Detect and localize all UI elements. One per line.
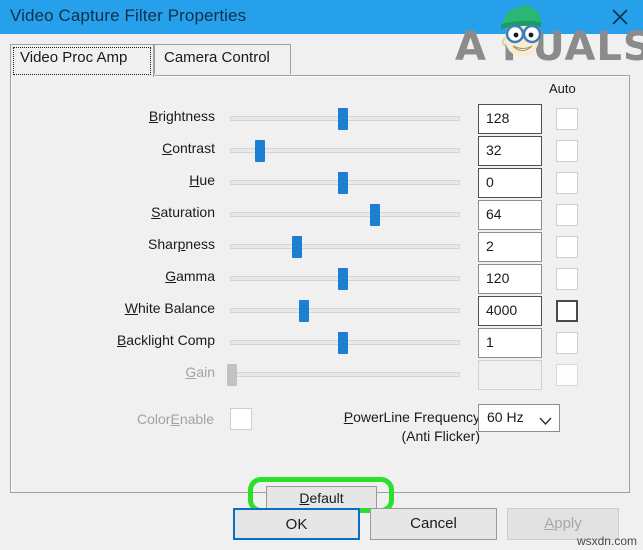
- tab-camera-control-label: Camera Control: [164, 49, 270, 66]
- auto-checkbox-saturation[interactable]: [556, 204, 578, 226]
- slider-thumb-sharpness[interactable]: [291, 236, 302, 258]
- chevron-down-icon: [539, 413, 552, 429]
- slider-thumb-saturation[interactable]: [369, 204, 380, 226]
- auto-checkbox-contrast[interactable]: [556, 140, 578, 162]
- slider-label-gain: Gain: [185, 364, 215, 380]
- slider-row-brightness: Brightness 128: [0, 104, 643, 134]
- auto-checkbox-white-balance[interactable]: [556, 300, 578, 322]
- slider-thumb-hue[interactable]: [337, 172, 348, 194]
- slider-row-gamma: Gamma 120: [0, 264, 643, 294]
- slider-label-contrast: Contrast: [162, 140, 215, 156]
- slider-thumb-backlight-comp[interactable]: [337, 332, 348, 354]
- slider-label-brightness: Brightness: [148, 108, 215, 124]
- window-title: Video Capture Filter Properties: [10, 6, 247, 25]
- powerline-frequency-label: PowerLine Frequency (Anti Flicker): [343, 409, 480, 444]
- value-input-gamma[interactable]: 120: [478, 264, 542, 294]
- tab-video-proc-amp-label: Video Proc Amp: [20, 49, 128, 66]
- slider-track-sharpness[interactable]: [230, 244, 460, 249]
- ok-button[interactable]: OK: [233, 508, 360, 540]
- value-input-brightness[interactable]: 128: [478, 104, 542, 134]
- value-input-saturation[interactable]: 64: [478, 200, 542, 230]
- title-bar: Video Capture Filter Properties: [0, 0, 643, 34]
- site-watermark: wsxdn.com: [576, 534, 637, 548]
- slider-row-saturation: Saturation 64: [0, 200, 643, 230]
- slider-row-gain: Gain: [0, 360, 643, 390]
- slider-label-saturation: Saturation: [151, 204, 215, 220]
- slider-row-sharpness: Sharpness 2: [0, 232, 643, 262]
- auto-checkbox-brightness[interactable]: [556, 108, 578, 130]
- slider-label-white-balance: White Balance: [124, 300, 215, 316]
- slider-track-white-balance[interactable]: [230, 308, 460, 313]
- tab-camera-control[interactable]: Camera Control: [154, 44, 291, 74]
- slider-row-backlight-comp: Backlight Comp 1: [0, 328, 643, 358]
- slider-label-backlight-comp: Backlight Comp: [116, 332, 215, 348]
- powerline-frequency-value: 60 Hz: [487, 409, 524, 425]
- slider-label-hue: Hue: [189, 172, 215, 188]
- auto-checkbox-backlight-comp[interactable]: [556, 332, 578, 354]
- slider-row-hue: Hue 0: [0, 168, 643, 198]
- value-input-backlight-comp[interactable]: 1: [478, 328, 542, 358]
- slider-row-contrast: Contrast 32: [0, 136, 643, 166]
- value-input-hue[interactable]: 0: [478, 168, 542, 198]
- powerline-frequency-dropdown[interactable]: 60 Hz: [478, 404, 560, 432]
- auto-checkbox-gamma[interactable]: [556, 268, 578, 290]
- slider-label-sharpness: Sharpness: [148, 236, 215, 252]
- value-input-white-balance[interactable]: 4000: [478, 296, 542, 326]
- close-icon: [605, 8, 635, 26]
- value-input-gain: [478, 360, 542, 390]
- slider-track-gain[interactable]: [230, 372, 460, 377]
- slider-thumb-gain[interactable]: [227, 364, 238, 386]
- close-button[interactable]: [605, 3, 635, 29]
- value-input-sharpness[interactable]: 2: [478, 232, 542, 262]
- slider-thumb-gamma[interactable]: [337, 268, 348, 290]
- auto-checkbox-hue[interactable]: [556, 172, 578, 194]
- cancel-button[interactable]: Cancel: [370, 508, 497, 540]
- value-input-contrast[interactable]: 32: [478, 136, 542, 166]
- auto-checkbox-gain: [556, 364, 578, 386]
- auto-checkbox-sharpness[interactable]: [556, 236, 578, 258]
- slider-thumb-contrast[interactable]: [254, 140, 265, 162]
- slider-track-saturation[interactable]: [230, 212, 460, 217]
- colorenable-checkbox[interactable]: [230, 408, 252, 430]
- slider-thumb-brightness[interactable]: [337, 108, 348, 130]
- slider-thumb-white-balance[interactable]: [298, 300, 309, 322]
- auto-column-header: Auto: [549, 81, 576, 96]
- slider-label-gamma: Gamma: [165, 268, 215, 284]
- colorenable-label: ColorEnable: [137, 411, 215, 427]
- slider-row-white-balance: White Balance 4000: [0, 296, 643, 326]
- tab-video-proc-amp[interactable]: Video Proc Amp: [10, 44, 154, 77]
